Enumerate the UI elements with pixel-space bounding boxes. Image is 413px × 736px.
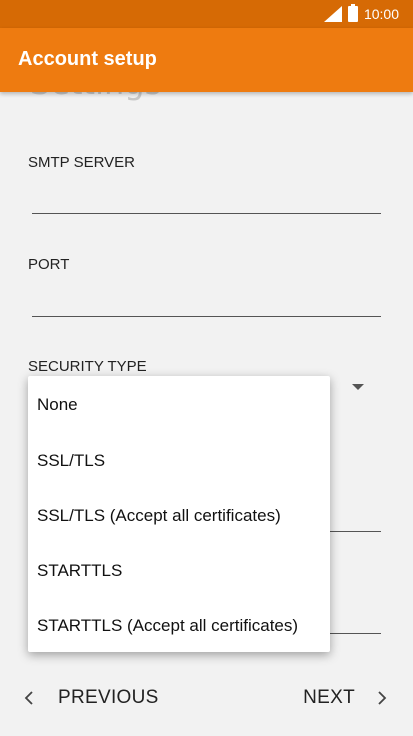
dropdown-option-ssl-tls-accept-all[interactable]: SSL/TLS (Accept all certificates) (37, 506, 281, 526)
smtp-server-label: SMTP SERVER (28, 154, 135, 171)
next-button[interactable]: NEXT (303, 660, 387, 736)
dropdown-option-starttls[interactable]: STARTTLS (37, 561, 122, 581)
port-input[interactable] (32, 316, 381, 317)
chevron-left-icon (24, 691, 33, 705)
chevron-right-icon (378, 691, 387, 705)
dropdown-option-starttls-accept-all[interactable]: STARTTLS (Accept all certificates) (37, 616, 298, 636)
security-type-label: SECURITY TYPE (28, 358, 147, 375)
smtp-server-input[interactable] (32, 213, 381, 214)
app-title: Account setup (18, 48, 157, 70)
battery-icon (347, 4, 358, 22)
status-time: 10:00 (363, 6, 399, 22)
dropdown-option-ssl-tls[interactable]: SSL/TLS (37, 451, 105, 471)
signal-icon (323, 6, 342, 22)
dropdown-option-none[interactable]: None (37, 395, 78, 415)
status-icons: 10:00 (323, 4, 399, 23)
port-label: PORT (28, 256, 70, 273)
previous-button[interactable]: PREVIOUS (24, 660, 159, 736)
next-label: NEXT (303, 687, 355, 708)
hidden-field-underline (330, 531, 381, 532)
security-type-dropdown: None SSL/TLS SSL/TLS (Accept all certifi… (28, 376, 330, 652)
dropdown-arrow-icon[interactable] (352, 384, 364, 390)
hidden-field-underline (330, 633, 381, 634)
section-heading: Settings (30, 92, 161, 102)
previous-label: PREVIOUS (58, 687, 159, 708)
bottom-navigation: PREVIOUS NEXT (0, 660, 413, 736)
app-bar: Account setup (0, 28, 413, 92)
status-bar: 10:00 (0, 0, 413, 28)
